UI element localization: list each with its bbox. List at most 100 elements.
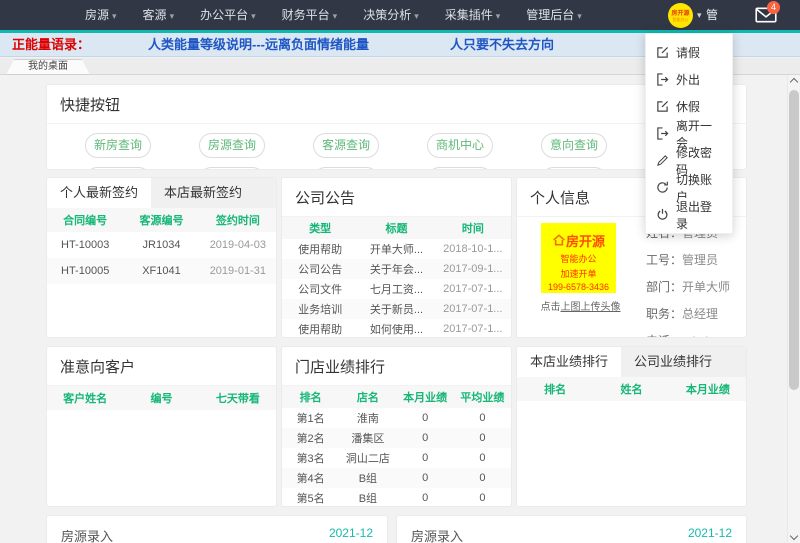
announcements-table: 类型 标题 时间 使用帮助 开单大师... 2018-10-1... 公司公告 … <box>282 217 511 338</box>
nav-menu-collect-plugin[interactable]: 采集插件▾ <box>432 0 514 30</box>
table-row[interactable]: 使用帮助 开单大师... 2018-10-1... <box>282 239 511 259</box>
add-rent-request-button[interactable]: 添加求租 <box>427 167 493 170</box>
tab-my-desktop[interactable]: 我的桌面 <box>6 59 90 75</box>
new-house-query-button[interactable]: 新房查询 <box>85 133 151 158</box>
menu-item-logout[interactable]: 退出登录 <box>646 201 732 228</box>
nav-menu-customers[interactable]: 客源▾ <box>130 0 188 30</box>
ad-phone: 199-6578-3436 <box>541 282 616 292</box>
table-header-row: 排名 店名 本月业绩 平均业绩 <box>282 386 511 408</box>
nav-menu-finance-platform[interactable]: 财务平台▾ <box>269 0 351 30</box>
refresh-icon <box>656 181 669 194</box>
table-row[interactable]: HT-10003 JR1034 2019-04-03 <box>47 232 276 258</box>
tab-store-performance[interactable]: 本店业绩排行 <box>517 347 621 377</box>
table-header-row: 客户姓名 编号 七天带看 <box>47 386 276 410</box>
prospect-customers-card: 准意向客户 客户姓名 编号 七天带看 <box>46 346 277 507</box>
edit-square-icon <box>656 100 669 113</box>
performance-ranking-card: 本店业绩排行 公司业绩排行 排名 姓名 本月业绩 <box>516 346 747 507</box>
chart-title: 房源录入 <box>61 526 113 543</box>
quick-buttons-row1: 新房查询 房源查询 客源查询 商机中心 意向查询 <box>47 133 746 158</box>
table-row[interactable]: HT-10005 XF1041 2019-01-31 <box>47 258 276 284</box>
table-row[interactable]: 公司文件 七月工资... 2017-07-1... <box>282 279 511 299</box>
avatar-upload-image[interactable]: 房开源 智能办公 加速开单 199-6578-3436 <box>541 223 616 293</box>
edit-square-icon <box>656 46 669 59</box>
floorplan-design-button[interactable]: 户型设计 <box>541 167 607 170</box>
listing-entry-chart-card: 房源录入 2021-12 <box>46 515 388 543</box>
user-dropdown-menu: 请假 外出 休假 离开一会 修改密码 切换账户 退出登录 <box>645 33 733 234</box>
tab-personal-signings[interactable]: 个人最新签约 <box>47 178 151 208</box>
top-navbar: 房源▾ 客源▾ 办公平台▾ 财务平台▾ 决策分析▾ 采集插件▾ 管理后台▾ 房开… <box>0 0 800 33</box>
latest-signings-card: 个人最新签约 本店最新签约 合同编号 客源编号 签约时间 HT-10003 JR… <box>46 177 277 338</box>
profile-fields: 姓名：管理员 工号：管理员 部门：开单大师 职务：总经理 电话：admin <box>646 220 730 338</box>
store-ranking-title: 门店业绩排行 <box>282 347 511 386</box>
power-icon <box>656 208 669 221</box>
menu-item-leave-request[interactable]: 请假 <box>646 39 732 66</box>
menu-item-go-out[interactable]: 外出 <box>646 66 732 93</box>
nav-menu-bar: 房源▾ 客源▾ 办公平台▾ 财务平台▾ 决策分析▾ 采集插件▾ 管理后台▾ <box>72 0 595 30</box>
vertical-scrollbar[interactable] <box>787 75 800 543</box>
listing-entry-chart-card: 房源录入 2021-12 <box>396 515 747 543</box>
table-row[interactable]: 第1名淮南00 <box>282 408 511 428</box>
signings-tabs: 个人最新签约 本店最新签约 <box>47 178 276 208</box>
profile-field-workno: 工号：管理员 <box>646 247 730 274</box>
pencil-icon <box>656 154 669 167</box>
table-header-row: 类型 标题 时间 <box>282 217 511 239</box>
chevron-down-icon: ▾ <box>170 11 175 21</box>
chevron-down-icon: ▾ <box>333 11 338 21</box>
table-row[interactable]: 第2名潘集区00 <box>282 428 511 448</box>
listing-query-button[interactable]: 房源查询 <box>199 133 265 158</box>
table-row[interactable]: 使用帮助 如何使用... 2017-07-1... <box>282 319 511 338</box>
store-ranking-card: 门店业绩排行 排名 店名 本月业绩 平均业绩 第1名淮南00 第2名潘集区00 … <box>281 346 512 507</box>
table-row[interactable]: 第5名B组00 <box>282 488 511 507</box>
table-row[interactable]: 公司公告 关于年会... 2017-09-1... <box>282 259 511 279</box>
chart-period-selector[interactable]: 2021-12 <box>688 526 732 543</box>
quote-text-1: 人类能量等级说明---远离负面情绪能量 <box>148 33 369 57</box>
quick-buttons-card: 快捷按钮 新房查询 房源查询 客源查询 商机中心 意向查询 添加出售 添加出租 … <box>46 84 747 170</box>
chevron-down-icon: ▾ <box>697 0 702 30</box>
notification-badge: 4 <box>767 1 780 14</box>
ad-slogan-1: 智能办公 <box>541 252 616 265</box>
scroll-down-arrow-icon[interactable] <box>790 532 798 540</box>
quick-buttons-title: 快捷按钮 <box>47 85 746 124</box>
intention-query-button[interactable]: 意向查询 <box>541 133 607 158</box>
add-buy-request-button[interactable]: 添加求购 <box>313 167 379 170</box>
chart-period-selector[interactable]: 2021-12 <box>329 526 373 543</box>
prospects-table: 客户姓名 编号 七天带看 <box>47 386 276 410</box>
upload-avatar-hint: 点击上图上传头像 <box>533 298 628 313</box>
chevron-down-icon: ▾ <box>496 11 501 21</box>
performance-table: 排名 姓名 本月业绩 <box>517 377 746 401</box>
profile-field-phone: 电话：admin <box>646 328 730 338</box>
scrollbar-thumb[interactable] <box>789 90 799 390</box>
nav-menu-admin-backend[interactable]: 管理后台▾ <box>513 0 595 30</box>
business-center-button[interactable]: 商机中心 <box>427 133 493 158</box>
brand-logo: 房开源 <box>541 231 616 250</box>
nav-menu-housing[interactable]: 房源▾ <box>72 0 130 30</box>
tab-company-performance[interactable]: 公司业绩排行 <box>621 347 725 377</box>
chevron-down-icon: ▾ <box>414 11 419 21</box>
add-sale-button[interactable]: 添加出售 <box>85 167 151 170</box>
table-row[interactable]: 第4名B组00 <box>282 468 511 488</box>
upload-avatar-link[interactable]: 上图上传头像 <box>561 302 621 313</box>
sign-out-icon <box>656 73 669 86</box>
sign-out-icon <box>656 127 669 140</box>
add-rent-button[interactable]: 添加出租 <box>199 167 265 170</box>
chevron-down-icon: ▾ <box>577 11 582 21</box>
nav-menu-decision-analysis[interactable]: 决策分析▾ <box>350 0 432 30</box>
table-row[interactable]: 业务培训 关于新员... 2017-07-1... <box>282 299 511 319</box>
avatar[interactable]: 房开源 智能办公 <box>668 3 693 28</box>
table-header-row: 合同编号 客源编号 签约时间 <box>47 208 276 232</box>
chart-title: 房源录入 <box>411 526 463 543</box>
quote-label: 正能量语录： <box>12 33 90 57</box>
nav-menu-office-platform[interactable]: 办公平台▾ <box>187 0 269 30</box>
chevron-down-icon: ▾ <box>251 11 256 21</box>
table-row[interactable]: 第3名洞山二店00 <box>282 448 511 468</box>
quick-buttons-row2: 添加出售 添加出租 添加求购 添加求租 户型设计 <box>47 167 746 170</box>
announcements-card: 公司公告 类型 标题 时间 使用帮助 开单大师... 2018-10-1... … <box>281 177 512 338</box>
scroll-up-arrow-icon[interactable] <box>790 78 798 86</box>
signings-table: 合同编号 客源编号 签约时间 HT-10003 JR1034 2019-04-0… <box>47 208 276 284</box>
profile-field-department: 部门：开单大师 <box>646 274 730 301</box>
performance-tabs: 本店业绩排行 公司业绩排行 <box>517 347 746 377</box>
customer-query-button[interactable]: 客源查询 <box>313 133 379 158</box>
tab-store-signings[interactable]: 本店最新签约 <box>151 178 255 208</box>
house-icon <box>552 234 566 246</box>
announcements-title: 公司公告 <box>282 178 511 217</box>
